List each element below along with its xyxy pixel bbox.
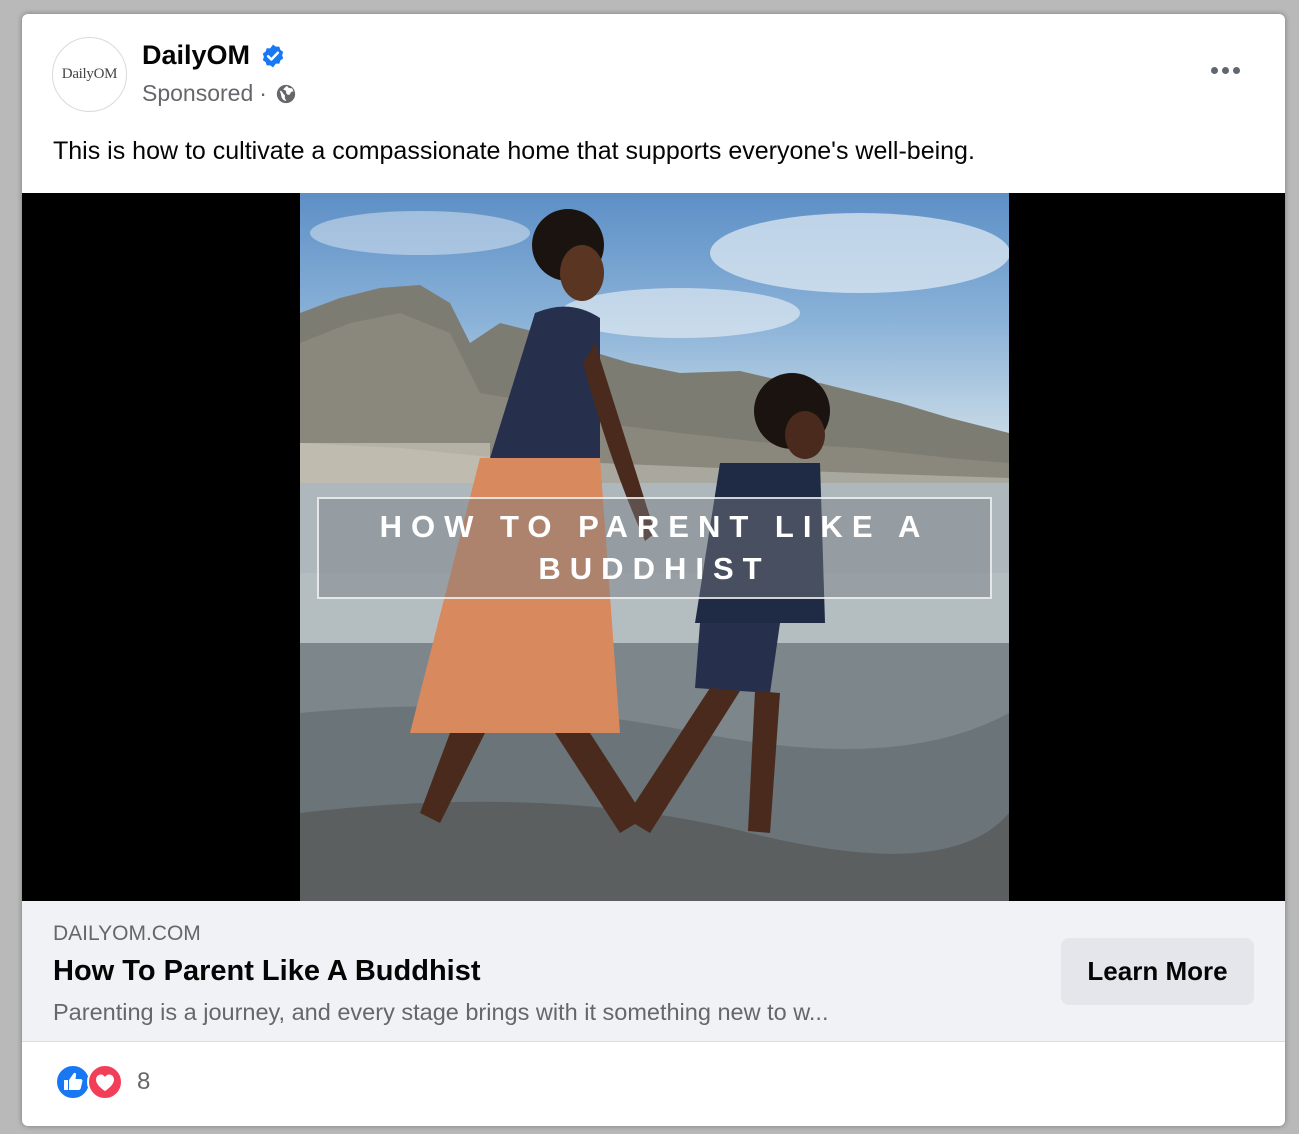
post-caption: This is how to cultivate a compassionate… — [53, 137, 975, 165]
link-description: Parenting is a journey, and every stage … — [53, 999, 829, 1025]
more-dot-icon — [1232, 66, 1240, 74]
meta-separator: · — [259, 80, 267, 106]
link-domain: DAILYOM.COM — [53, 922, 201, 945]
more-dot-icon — [1210, 66, 1218, 74]
verified-badge-icon — [262, 44, 284, 67]
page-avatar[interactable]: DailyOM — [52, 37, 127, 112]
like-icon — [55, 1064, 91, 1100]
reactions-summary[interactable]: 8 — [55, 1064, 150, 1100]
page-name-link[interactable]: DailyOM — [142, 40, 250, 71]
post-header: DailyOM — [142, 40, 286, 71]
learn-more-button[interactable]: Learn More — [1061, 938, 1254, 1005]
ad-photo[interactable]: HOW TO PARENT LIKE A BUDDHIST — [300, 193, 1009, 901]
ad-media[interactable]: HOW TO PARENT LIKE A BUDDHIST — [22, 193, 1285, 901]
ad-headline-overlay: HOW TO PARENT LIKE A BUDDHIST — [317, 497, 992, 599]
sponsored-label[interactable]: Sponsored — [142, 80, 253, 107]
post-meta: Sponsored · — [142, 80, 297, 107]
more-dot-icon — [1221, 66, 1229, 74]
reaction-count[interactable]: 8 — [137, 1068, 150, 1096]
avatar-logo-text: DailyOM — [61, 66, 118, 82]
globe-icon[interactable] — [275, 83, 297, 105]
love-icon — [87, 1064, 123, 1100]
link-preview[interactable]: DAILYOM.COM How To Parent Like A Buddhis… — [22, 901, 1285, 1042]
sponsored-post-card: DailyOM DailyOM Sponsored · This is how … — [22, 14, 1285, 1126]
more-options-button[interactable] — [1203, 52, 1247, 88]
overlay-headline-text: HOW TO PARENT LIKE A BUDDHIST — [379, 509, 930, 586]
link-title[interactable]: How To Parent Like A Buddhist — [53, 955, 481, 988]
